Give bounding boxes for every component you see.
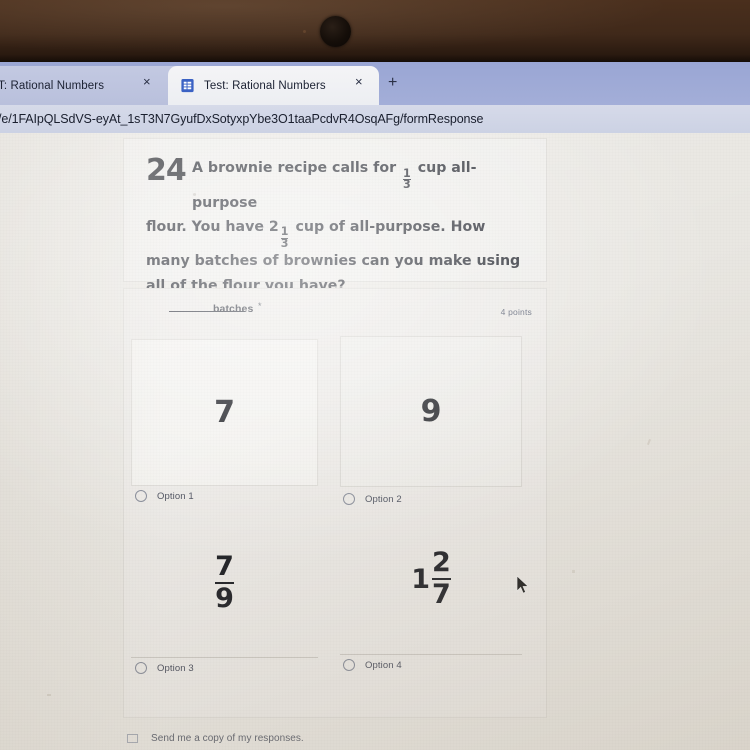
answer-unit-label: batches <box>213 303 254 315</box>
address-bar-url: /e/1FAIpQLSdVS-eyAt_1sT3N7GyufDxSotyxpYb… <box>0 112 484 126</box>
option-1-label: Option 1 <box>157 490 194 502</box>
option-3-fraction: 7 9 <box>215 550 234 614</box>
laptop-bezel <box>0 0 750 62</box>
browser-tab-strip: T: Rational Numbers × Test: Rational Num… <box>0 62 750 105</box>
fraction-one-third-have: 13 <box>280 227 289 250</box>
required-asterisk: * <box>258 301 262 311</box>
photo-dust-speck <box>572 570 575 573</box>
fraction-one-third-recipe: 1 3 <box>403 168 411 192</box>
google-form-page: 24 A brownie recipe calls for 1 3 cup al… <box>0 133 750 750</box>
photo-dust-speck <box>47 694 51 696</box>
question-number: 24 <box>146 153 187 188</box>
option-4-label: Option 4 <box>365 659 402 671</box>
option-4-image: 1 2 7 <box>340 504 522 655</box>
browser-tab-2-close-icon[interactable]: × <box>355 74 363 89</box>
radio-unchecked-icon[interactable] <box>343 659 355 671</box>
option-4-mixed-number: 1 2 7 <box>411 546 451 610</box>
points-badge: 4 points <box>500 307 532 317</box>
radio-unchecked-icon[interactable] <box>343 493 355 505</box>
checkbox-unchecked-icon[interactable] <box>127 734 138 743</box>
webcam-icon <box>320 16 351 47</box>
browser-tab-2-title: Test: Rational Numbers <box>204 79 326 92</box>
laptop-photo-screenshot: T: Rational Numbers × Test: Rational Num… <box>0 0 750 750</box>
send-copy-row[interactable]: Send me a copy of my responses. <box>127 733 304 744</box>
send-copy-label: Send me a copy of my responses. <box>151 733 304 744</box>
new-tab-button[interactable]: + <box>388 74 397 92</box>
browser-address-bar[interactable]: /e/1FAIpQLSdVS-eyAt_1sT3N7GyufDxSotyxpYb… <box>0 105 750 133</box>
option-3-image: 7 9 <box>131 509 318 658</box>
option-4-numerator: 2 <box>432 546 451 578</box>
browser-tab-2[interactable]: Test: Rational Numbers <box>168 66 379 105</box>
bezel-glare <box>0 0 750 62</box>
question-image-card: 24 A brownie recipe calls for 1 3 cup al… <box>123 138 547 294</box>
mouse-cursor-icon <box>516 575 529 594</box>
photo-dust-speck <box>646 438 652 446</box>
option-4-whole: 1 <box>411 563 430 595</box>
radio-unchecked-icon[interactable] <box>135 662 147 674</box>
option-1-value: 7 <box>214 395 235 430</box>
option-1-image: 7 <box>131 339 318 486</box>
option-3-radio-row[interactable]: Option 3 <box>135 662 194 674</box>
option-2-label: Option 2 <box>365 493 402 505</box>
option-3-numerator: 7 <box>215 550 234 582</box>
option-2-value: 9 <box>420 394 442 429</box>
webcam-indicator-icon <box>303 30 306 33</box>
option-4-radio-row[interactable]: Option 4 <box>343 659 402 671</box>
question-line-3: many batches of brownies can you make us… <box>146 253 521 270</box>
photo-dust-speck <box>193 193 196 196</box>
forms-icon <box>181 78 194 93</box>
option-1-radio-row[interactable]: Option 1 <box>135 490 194 502</box>
browser-tab-1[interactable]: T: Rational Numbers <box>0 66 182 105</box>
option-2-radio-row[interactable]: Option 2 <box>343 493 402 505</box>
question-line-2-post: cup of all-purpose. How <box>295 218 486 235</box>
radio-unchecked-icon[interactable] <box>135 490 147 502</box>
option-4-denominator: 7 <box>432 577 451 610</box>
option-3-label: Option 3 <box>157 662 194 674</box>
browser-tab-1-close-icon[interactable]: × <box>143 74 151 89</box>
fraction-denominator: 3 <box>280 236 289 250</box>
fraction-denominator: 3 <box>403 178 411 192</box>
browser-tab-1-title: T: Rational Numbers <box>0 79 105 92</box>
question-line-2-pre: flour. You have 2 <box>146 218 279 235</box>
option-2-image: 9 <box>340 336 522 487</box>
question-line-1-pre: A brownie recipe calls for <box>192 160 397 176</box>
question-text: A brownie recipe calls for 1 3 cup all-p… <box>146 156 532 298</box>
answer-question-card: batches * 4 points 7 9 7 9 1 2 7 Option … <box>123 288 547 718</box>
option-3-denominator: 9 <box>215 581 234 614</box>
